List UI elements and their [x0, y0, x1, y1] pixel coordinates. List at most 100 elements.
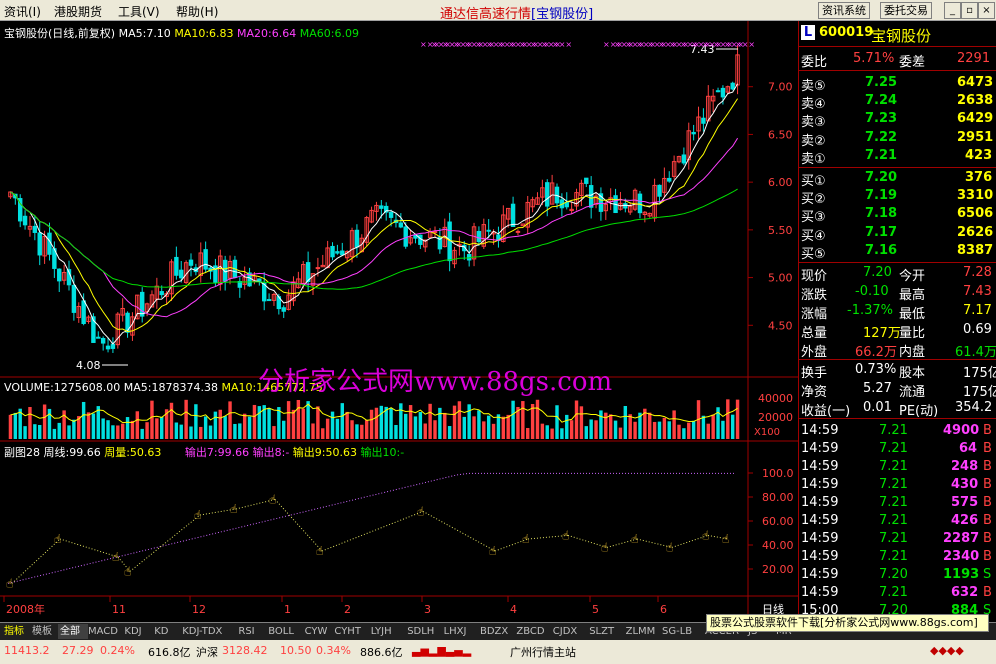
- volume-bar: [384, 406, 388, 439]
- volume-bar: [228, 401, 232, 439]
- buy-row: 买④ 7.17 2626: [799, 225, 996, 244]
- candle-body: [305, 262, 311, 282]
- buy-row: 买⑤ 7.16 8387: [799, 243, 996, 262]
- volume-bar: [535, 399, 540, 439]
- volume-bar: [506, 414, 510, 439]
- tab-sdlh[interactable]: SDLH: [405, 624, 443, 639]
- volume-bar: [462, 416, 466, 439]
- volume-bar: [223, 416, 227, 439]
- volume-bar: [155, 418, 159, 439]
- hand-icon: ☝: [124, 564, 131, 578]
- index1-amount: 616.8亿: [148, 646, 191, 659]
- weekly-line: [7, 472, 736, 584]
- volume-bar: [491, 423, 496, 439]
- index2-value: 3128.42: [222, 644, 268, 657]
- x-axis-label: 1: [284, 603, 291, 616]
- restore-icon[interactable]: ▫: [961, 2, 978, 19]
- fund-label: PE(动): [899, 404, 939, 419]
- tick-row[interactable]: 14:59 7.21 2340 B: [799, 549, 996, 567]
- candle-body: [100, 338, 106, 344]
- tab-lhxj[interactable]: LHXJ: [442, 624, 480, 639]
- tab-zlmm[interactable]: ZLMM: [624, 624, 662, 639]
- chart-area[interactable]: 宝钢股份(日线,前复权) MA5:7.10 MA10:6.83 MA20:6.6…: [0, 21, 798, 622]
- volume-bar: [691, 420, 696, 439]
- price-tick-label: 7.00: [768, 81, 793, 94]
- tab-bdzx[interactable]: BDZX: [478, 624, 516, 639]
- tab-rsi[interactable]: RSI: [236, 624, 268, 639]
- x-axis-label: 12: [192, 603, 206, 616]
- tick-row[interactable]: 14:59 7.21 64 B: [799, 441, 996, 459]
- volume-bar: [67, 425, 71, 439]
- tab-模板[interactable]: 模板: [30, 624, 60, 639]
- tab-zbcd[interactable]: ZBCD: [514, 624, 552, 639]
- tab-kdj[interactable]: KDJ: [122, 624, 154, 639]
- tick-row[interactable]: 14:59 7.21 4900 B: [799, 423, 996, 441]
- signal-mark: ×××: [735, 40, 755, 49]
- indicator-line: [11, 538, 61, 584]
- buy-label: 买①: [801, 174, 826, 189]
- tab-cyht[interactable]: CYHT: [332, 624, 370, 639]
- tab-cjdx[interactable]: CJDX: [551, 624, 589, 639]
- menu-item-help[interactable]: 帮助(H): [176, 3, 218, 20]
- index2-amount: 886.6亿: [360, 646, 403, 659]
- tick-side: S: [983, 567, 992, 582]
- tab-macd[interactable]: MACD: [86, 624, 124, 639]
- volume-bar: [711, 414, 715, 439]
- sell-price: 7.22: [865, 129, 898, 145]
- candle-body: [432, 231, 438, 234]
- menu-item-tools[interactable]: 工具(V): [118, 3, 160, 20]
- tab-sg-lb[interactable]: SG-LB: [660, 624, 705, 639]
- tab-cyw[interactable]: CYW: [303, 624, 335, 639]
- tick-price: 7.20: [879, 567, 908, 582]
- volume-bar: [589, 419, 593, 439]
- candle-body: [330, 245, 335, 258]
- divider: [799, 167, 996, 168]
- tab-kd[interactable]: KD: [152, 624, 182, 639]
- tab-lyjh[interactable]: LYJH: [369, 624, 407, 639]
- indicator-line: [274, 499, 323, 552]
- candle-body: [588, 185, 594, 208]
- volume-bar: [452, 405, 457, 439]
- info-system-button[interactable]: 资讯系统: [818, 2, 870, 19]
- candle-body: [584, 177, 589, 184]
- tab-boll[interactable]: BOLL: [266, 624, 304, 639]
- ad-banner[interactable]: 股票公式股票软件下载[分析家公式网www.88gs.com]: [706, 614, 989, 632]
- menu-item-info[interactable]: 资讯(I): [4, 3, 41, 20]
- tick-row[interactable]: 14:59 7.21 248 B: [799, 459, 996, 477]
- tick-time: 14:59: [801, 549, 839, 564]
- volume-tick-label: 40000: [758, 392, 793, 405]
- sell-price: 7.23: [865, 111, 898, 127]
- tick-row[interactable]: 14:59 7.21 426 B: [799, 513, 996, 531]
- volume-bar: [423, 423, 427, 439]
- tick-side: B: [983, 513, 992, 528]
- tab-指标[interactable]: 指标: [2, 624, 32, 639]
- status-icons[interactable]: ◆◆◆◆: [930, 644, 964, 657]
- volume-bar: [511, 400, 515, 439]
- quote-label: 涨跌: [801, 288, 828, 303]
- volume-bar: [472, 416, 476, 439]
- close-icon[interactable]: ×: [978, 2, 995, 19]
- index1-change: 27.29: [62, 644, 94, 657]
- tick-row[interactable]: 14:59 7.21 2287 B: [799, 531, 996, 549]
- tick-price: 7.21: [879, 459, 908, 474]
- volume-bar: [218, 409, 222, 439]
- tick-row[interactable]: 14:59 7.21 430 B: [799, 477, 996, 495]
- tab-slzt[interactable]: SLZT: [587, 624, 625, 639]
- quote-value: 61.4万: [955, 345, 996, 360]
- tick-row[interactable]: 14:59 7.21 575 B: [799, 495, 996, 513]
- tick-row[interactable]: 14:59 7.21 632 B: [799, 585, 996, 603]
- volume-bar: [569, 420, 574, 439]
- sell-volume: 2638: [957, 93, 994, 109]
- sell-row: 卖③ 7.23 6429: [799, 111, 996, 130]
- volume-bar: [86, 412, 91, 439]
- volume-bar: [364, 420, 369, 439]
- tick-row[interactable]: 14:59 7.20 1193 S: [799, 567, 996, 585]
- tab-全部[interactable]: 全部: [58, 624, 88, 639]
- menu-item-hk[interactable]: 港股期货: [54, 3, 102, 20]
- minimize-icon[interactable]: _: [944, 2, 961, 19]
- tab-kdj-tdx[interactable]: KDJ-TDX: [180, 624, 238, 639]
- volume-bar: [242, 413, 247, 439]
- buy-price: 7.19: [865, 188, 898, 204]
- trade-button[interactable]: 委托交易: [880, 2, 932, 19]
- volume-bar: [599, 410, 603, 439]
